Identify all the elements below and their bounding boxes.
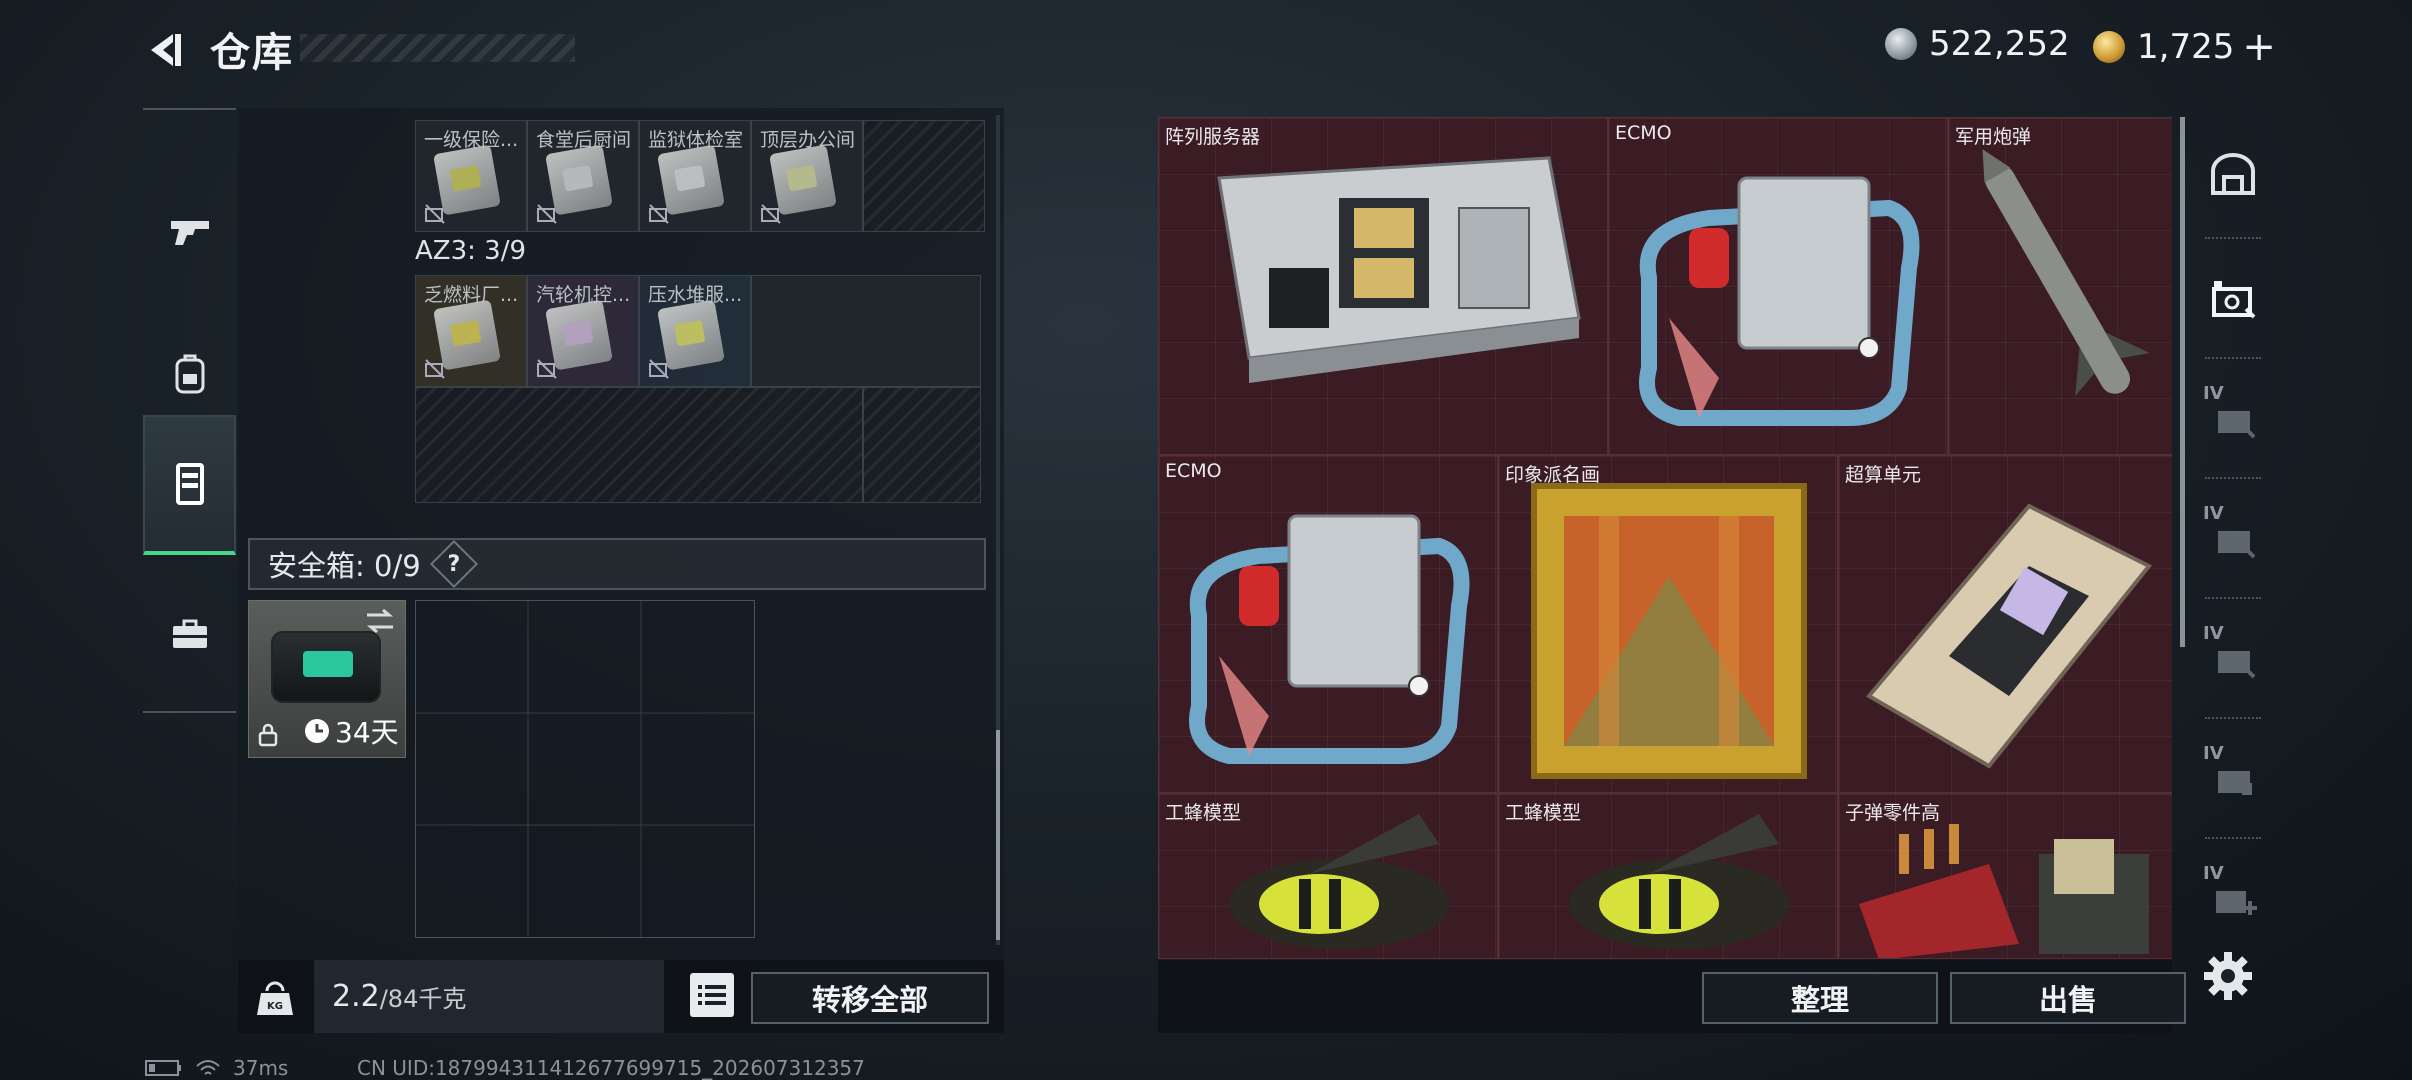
tab-storage-1[interactable] [2197, 239, 2269, 354]
svg-text:KG: KG [267, 1001, 283, 1012]
store-item-worker-bee-model[interactable]: 工蜂模型 [1158, 793, 1498, 959]
unavailable-icon [649, 204, 669, 224]
backpack-icon [175, 354, 204, 394]
store-item-worker-bee-model-2[interactable]: 工蜂模型 [1498, 793, 1838, 959]
toolbox-icon [172, 619, 207, 648]
store-item-bullet-parts[interactable]: 子弹零件高 [1838, 793, 2172, 959]
transfer-all-button[interactable]: 转移全部 [751, 972, 989, 1024]
weight-display: 2.2 /84千克 [314, 960, 664, 1033]
add-currency-button[interactable]: + [2242, 24, 2276, 70]
back-button[interactable] [140, 22, 190, 78]
store-scrollbar[interactable] [2180, 117, 2185, 647]
uid-text: CN UID:18799431141267769971​5_2026073123… [357, 1056, 865, 1080]
store-item-ecmo[interactable]: ECMO [1608, 117, 1948, 455]
nav-item-warehouse[interactable] [143, 415, 236, 555]
safe-case-icon [271, 631, 381, 703]
warehouse-icon [2211, 152, 2255, 195]
store-item-ecmo-2[interactable]: ECMO [1158, 455, 1498, 793]
nav-item-weapons[interactable] [143, 160, 236, 300]
unavailable-icon [537, 204, 557, 224]
clock-icon [305, 719, 329, 743]
gold-currency: 1,725 + [2093, 24, 2276, 70]
silver-amount: 522,252 [1929, 24, 2070, 64]
stash-scrollbar[interactable] [996, 115, 1000, 945]
silver-coin-icon [1885, 28, 1917, 60]
storage-tabs: IV IV IV IV IV [2197, 117, 2269, 1037]
circuit-board-icon [1865, 503, 2153, 769]
server-icon [1217, 156, 1581, 383]
list-icon [698, 985, 726, 1005]
artillery-shell-icon [1982, 149, 2150, 396]
list-item[interactable]: 乏燃料厂... [415, 275, 527, 387]
gun-icon [170, 221, 209, 245]
empty-slot [751, 275, 981, 387]
empty-slot [863, 120, 985, 232]
tab-storage-3[interactable]: IV [2197, 479, 2269, 594]
list-item[interactable]: 顶层办公间 [751, 120, 863, 232]
silver-currency: 522,252 [1885, 24, 2070, 64]
safe-box-header: 安全箱: 0/9 ? [248, 538, 986, 590]
page-title: 仓库 [210, 30, 294, 76]
tab-storage-home[interactable] [2197, 117, 2269, 232]
help-button[interactable]: ? [429, 539, 478, 589]
gold-coin-icon [2093, 31, 2125, 63]
painting-icon [1531, 483, 1807, 779]
settings-gear-icon[interactable] [2202, 950, 2254, 1002]
organize-button[interactable]: 整理 [1702, 972, 1938, 1024]
unavailable-icon [537, 359, 557, 379]
unavailable-icon [425, 204, 445, 224]
locked-slot [863, 387, 981, 503]
store-item-array-server[interactable]: 阵列服务器 [1158, 117, 1608, 455]
locker-icon [175, 463, 204, 505]
tab-storage-2[interactable]: IV [2197, 359, 2269, 474]
list-item[interactable]: 汽轮机控... [527, 275, 639, 387]
sell-button[interactable]: 出售 [1950, 972, 2186, 1024]
weight-value: 2.2 [332, 979, 380, 1014]
category-nav [143, 108, 236, 713]
expiry-days: 34天 [303, 711, 399, 751]
ecmo-machine-icon [1189, 514, 1470, 764]
locked-slot [415, 387, 863, 503]
wifi-icon [196, 1060, 220, 1075]
back-arrow-icon [151, 34, 181, 66]
unavailable-icon [649, 359, 669, 379]
title-decoration [300, 34, 575, 62]
safe-box-label: 安全箱: 0/9 [268, 549, 421, 583]
list-item[interactable]: 监狱体检室 [639, 120, 751, 232]
list-item[interactable]: 食堂后厨间 [527, 120, 639, 232]
ecmo-machine-icon [1639, 176, 1920, 426]
list-view-button[interactable] [690, 973, 734, 1017]
gold-amount: 1,725 [2137, 27, 2235, 67]
ping-value: 37ms [233, 1056, 289, 1080]
list-item[interactable]: 压水堆服... [639, 275, 751, 387]
safe-box-item[interactable]: 34天 [248, 600, 406, 758]
safe-grid-lines [416, 601, 754, 937]
lock-icon [258, 723, 278, 747]
store-item-military-shell[interactable]: 军用炮弹 [1948, 117, 2172, 455]
container-grid-row1: 一级保险... 食堂后厨间 监狱体检室 顶层办公间 [415, 120, 985, 232]
tab-storage-add[interactable]: IV [2197, 839, 2269, 954]
unavailable-icon [761, 204, 781, 224]
az3-container-grid: 乏燃料厂... 汽轮机控... 压水堆服... [415, 275, 981, 503]
weight-icon: KG [250, 974, 300, 1024]
az3-label: AZ3: 3/9 [415, 236, 527, 266]
weight-unit: /84千克 [379, 985, 467, 1013]
status-bar: 37ms [145, 1056, 288, 1080]
nav-item-toolbox[interactable] [143, 565, 236, 705]
tab-storage-5[interactable]: IV [2197, 719, 2269, 834]
safe-box-grid [415, 600, 755, 938]
battery-icon [145, 1060, 181, 1076]
store-grid: 阵列服务器 ECMO 军用炮弹 ECMO 印象派名画 超算单元 工蜂模型 工蜂模… [1158, 117, 2172, 959]
unavailable-icon [425, 359, 445, 379]
tab-storage-4[interactable]: IV [2197, 599, 2269, 714]
storage-box-icon [2212, 280, 2256, 318]
list-item[interactable]: 一级保险... [415, 120, 527, 232]
store-item-impressionist-painting[interactable]: 印象派名画 [1498, 455, 1838, 793]
store-item-supercomputing-unit[interactable]: 超算单元 [1838, 455, 2172, 793]
